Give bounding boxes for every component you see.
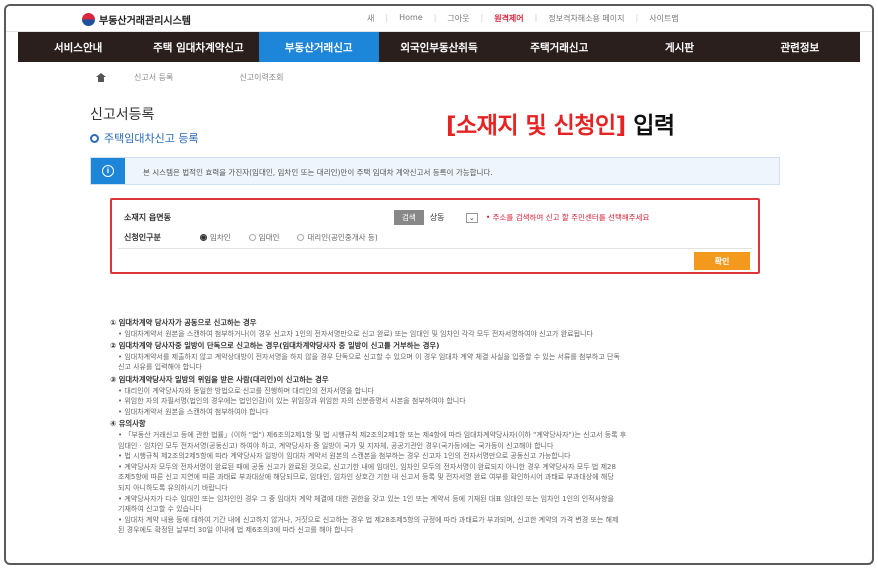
guide-section-3: ③ 임대차계약당사자 일방의 위임을 받은 사람(대리인)이 신고하는 경우 •…	[110, 374, 466, 416]
section-title-text: 주택임대차신고 등록	[104, 132, 199, 145]
section-title: 주택임대차신고 등록	[90, 130, 199, 146]
nav-lease-report[interactable]: 주택 임대차계약신고	[138, 32, 258, 62]
nav-board[interactable]: 게시판	[619, 32, 739, 62]
top-link-sitemap[interactable]: 사이트맵	[638, 13, 689, 24]
location-label: 소재지 읍면동	[124, 213, 171, 222]
top-link-accessibility[interactable]: 정보격차해소용 페이지	[537, 13, 635, 24]
location-row: 소재지 읍면동 검색 상동 ⌄ • 주소를 검색하여 신고 할 주민센터를 선택…	[124, 210, 649, 225]
taegeuk-logo-icon	[82, 13, 95, 26]
breadcrumb-history[interactable]: 신고이력조회	[239, 72, 283, 83]
radio-tenant-label: 임차인	[210, 233, 231, 242]
location-applicant-form: 소재지 읍면동 검색 상동 ⌄ • 주소를 검색하여 신고 할 주민센터를 선택…	[110, 198, 760, 274]
applicant-row: 신청인구분 임차인 임대인 대리인(공인중개사 등)	[124, 232, 396, 243]
top-link-remote-control[interactable]: 원격제어	[483, 13, 534, 24]
radio-landlord[interactable]: 임대인	[248, 232, 280, 243]
annotation-black-text: 입력	[633, 113, 675, 139]
nav-housing-report[interactable]: 주택거래신고	[499, 32, 619, 62]
nav-related-info[interactable]: 관련정보	[740, 32, 860, 62]
radio-tenant-dot[interactable]	[200, 234, 207, 241]
nav-foreigner-acquisition[interactable]: 외국인부동산취득	[379, 32, 499, 62]
site-logo[interactable]: 부동산거래관리시스템	[82, 12, 191, 27]
dong-select[interactable]: 상동	[430, 212, 466, 223]
info-icon: i	[102, 165, 114, 177]
top-link-home[interactable]: Home	[388, 13, 434, 24]
logo-text: 부동산거래관리시스템	[99, 16, 191, 27]
top-link-new[interactable]: 새	[356, 13, 385, 24]
top-link-logout[interactable]: 그아웃	[436, 13, 480, 24]
top-bar: 부동산거래관리시스템 새 | Home | 그아웃 | 원격제어 | 정보격차해소용 페…	[6, 6, 872, 32]
guide-section-4: ④ 유의사항 • 「부동산 거래신고 등에 관한 법률」(이하 "법") 제6조…	[110, 419, 627, 535]
breadcrumb: 신고서 등록 신고이력조회	[96, 72, 284, 83]
breadcrumb-register[interactable]: 신고서 등록	[134, 72, 173, 83]
info-box: i	[91, 158, 125, 184]
radio-agent-label: 대리인(공인중개사 등)	[307, 233, 378, 242]
circle-bullet-icon	[90, 133, 99, 143]
notice-text: 본 시스템은 법적인 효력을 가진자(임대인, 임차인 또는 대리인)만이 주택…	[143, 168, 493, 177]
radio-agent-dot[interactable]	[297, 234, 305, 241]
home-icon[interactable]	[96, 73, 106, 82]
guide-text: ① 임대차계약 당사자가 공동으로 신고하는 경우 • 임대차계약서 원본을 스…	[110, 318, 770, 536]
guide-section-1: ① 임대차계약 당사자가 공동으로 신고하는 경우 • 임대차계약서 원본을 스…	[110, 318, 593, 338]
search-button[interactable]: 검색	[394, 210, 424, 225]
nav-realestate-report[interactable]: 부동산거래신고	[258, 32, 379, 62]
annotation-red-text: [소재지 및 신청인]	[446, 113, 626, 139]
address-warning: • 주소를 검색하여 신고 할 주민센터를 선택해주세요	[485, 213, 650, 222]
radio-agent[interactable]: 대리인(공인중개사 등)	[297, 232, 378, 243]
info-notice: i 본 시스템은 법적인 효력을 가진자(임대인, 임차인 또는 대리인)만이 …	[90, 157, 780, 185]
chevron-down-icon[interactable]: ⌄	[465, 212, 478, 223]
annotation-overlay: [소재지 및 신청인] 입력	[446, 106, 675, 140]
top-links: 새 | Home | 그아웃 | 원격제어 | 정보격차해소용 페이지 | 사이트맵	[356, 13, 690, 24]
applicant-label: 신청인구분	[124, 233, 161, 242]
browser-frame: 부동산거래관리시스템 새 | Home | 그아웃 | 원격제어 | 정보격차해소용 페…	[4, 4, 874, 565]
radio-landlord-label: 임대인	[258, 233, 280, 242]
guide-section-2: ② 임대차계약 당사자중 일방이 단독으로 신고하는 경우(임대차계약당사자 중…	[110, 341, 620, 372]
confirm-button[interactable]: 확인	[694, 252, 750, 270]
form-divider	[118, 248, 752, 249]
main-nav: 서비스안내 주택 임대차계약신고 부동산거래신고 외국인부동산취득 주택거래신고…	[18, 32, 860, 62]
nav-service-info[interactable]: 서비스안내	[18, 32, 138, 62]
radio-tenant[interactable]: 임차인	[200, 232, 231, 243]
radio-landlord-dot[interactable]	[248, 234, 256, 241]
page-title: 신고서등록	[90, 107, 155, 123]
